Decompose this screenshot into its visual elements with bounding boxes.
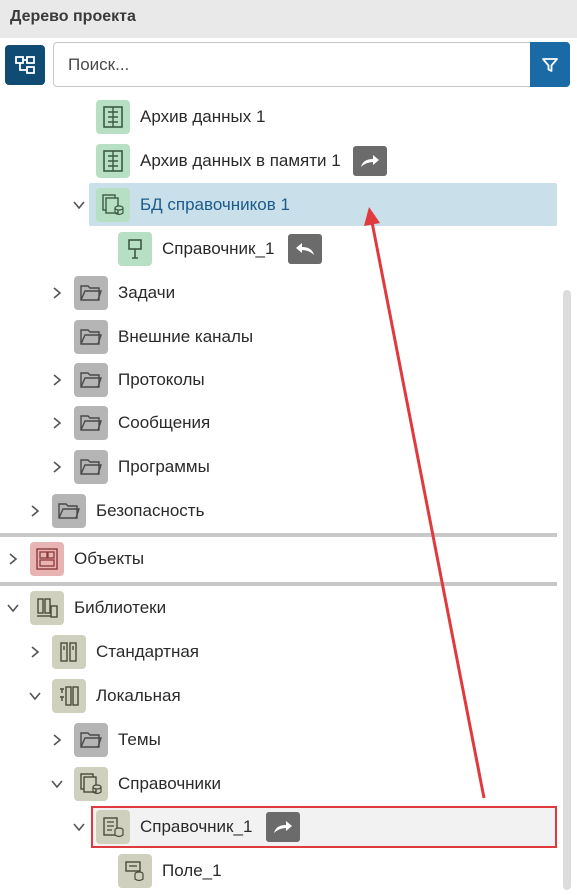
tree-item-label: Задачи bbox=[118, 283, 176, 302]
library-icon bbox=[52, 679, 86, 713]
tree-item-field-1[interactable]: Поле_1 bbox=[0, 849, 557, 893]
chevron-right-icon[interactable] bbox=[28, 504, 42, 518]
tree-item-label: Справочник_1 bbox=[162, 239, 275, 258]
forward-arrow-icon bbox=[361, 155, 379, 167]
tree-item-security[interactable]: Безопасность bbox=[0, 489, 557, 533]
back-link-button[interactable] bbox=[288, 234, 322, 264]
tree-item-local[interactable]: Локальная bbox=[0, 674, 557, 718]
tree-item-ref-1[interactable]: Справочник_1 bbox=[0, 227, 557, 271]
objects-icon bbox=[30, 542, 64, 576]
forward-arrow-icon bbox=[274, 821, 292, 833]
tree-item-protocols[interactable]: Протоколы bbox=[0, 358, 557, 402]
tree-item-label: Сообщения bbox=[118, 413, 211, 432]
database-icon bbox=[74, 767, 108, 801]
tree-item-label: Справочник_1 bbox=[140, 817, 253, 836]
tree-item-programs[interactable]: Программы bbox=[0, 445, 557, 489]
folder-icon bbox=[74, 320, 108, 354]
toolbar bbox=[0, 38, 577, 94]
archive-icon bbox=[96, 144, 130, 178]
vertical-scrollbar[interactable] bbox=[563, 290, 571, 890]
chevron-right-icon[interactable] bbox=[50, 416, 64, 430]
tree-item-label: Протоколы bbox=[118, 370, 205, 389]
folder-icon bbox=[74, 363, 108, 397]
tree-item-themes[interactable]: Темы bbox=[0, 718, 557, 762]
tree-view-button[interactable] bbox=[5, 45, 45, 85]
tree-item-label: Архив данных в памяти 1 bbox=[140, 151, 341, 170]
chevron-down-icon[interactable] bbox=[28, 689, 42, 703]
folder-icon bbox=[74, 723, 108, 757]
chevron-down-icon[interactable] bbox=[6, 601, 20, 615]
tree-item-label: Внешние каналы bbox=[118, 327, 254, 346]
tree-item-label: Программы bbox=[118, 457, 210, 476]
tree-item-label: Поле_1 bbox=[162, 861, 222, 880]
back-arrow-icon bbox=[296, 243, 314, 255]
reference-icon bbox=[118, 232, 152, 266]
folder-icon bbox=[52, 494, 86, 528]
tree-item-ext-channels[interactable]: Внешние каналы bbox=[0, 315, 557, 359]
library-icon bbox=[30, 591, 64, 625]
search-input[interactable] bbox=[68, 43, 518, 86]
folder-icon bbox=[74, 276, 108, 310]
chevron-right-icon[interactable] bbox=[28, 645, 42, 659]
chevron-right-icon[interactable] bbox=[6, 552, 20, 566]
filter-button[interactable] bbox=[530, 42, 570, 87]
tree-item-tasks[interactable]: Задачи bbox=[0, 271, 557, 315]
chevron-down-icon[interactable] bbox=[72, 820, 86, 834]
tree-item-db-refs[interactable]: БД справочников 1 bbox=[0, 183, 557, 227]
folder-icon bbox=[74, 406, 108, 440]
chevron-right-icon[interactable] bbox=[50, 460, 64, 474]
chevron-right-icon[interactable] bbox=[50, 733, 64, 747]
database-icon bbox=[96, 188, 130, 222]
search-field[interactable] bbox=[53, 42, 570, 87]
tree-item-messages[interactable]: Сообщения bbox=[0, 401, 557, 445]
tree-item-label: Безопасность bbox=[96, 501, 205, 520]
library-icon bbox=[52, 635, 86, 669]
panel-title: Дерево проекта bbox=[0, 0, 577, 38]
tree-item-label: Стандартная bbox=[96, 642, 200, 661]
tree-item-libraries[interactable]: Библиотеки bbox=[0, 586, 557, 630]
chevron-down-icon[interactable] bbox=[72, 198, 86, 212]
tree-item-label: Объекты bbox=[74, 549, 145, 568]
filter-icon bbox=[542, 57, 558, 72]
tree-item-refs-folder[interactable]: Справочники bbox=[0, 762, 557, 806]
tree-item-label: БД справочников 1 bbox=[140, 195, 290, 214]
chevron-right-icon[interactable] bbox=[50, 373, 64, 387]
tree-item-label: Справочники bbox=[118, 774, 221, 793]
forward-link-button[interactable] bbox=[266, 812, 300, 842]
tree-item-label: Библиотеки bbox=[74, 598, 167, 617]
tree-structure-icon bbox=[15, 56, 35, 74]
chevron-right-icon[interactable] bbox=[50, 286, 64, 300]
forward-link-button[interactable] bbox=[353, 146, 387, 176]
tree-item-objects[interactable]: Объекты bbox=[0, 537, 557, 581]
tree-item-archive-1[interactable]: Архив данных 1 bbox=[0, 95, 557, 139]
tree-item-label: Локальная bbox=[96, 686, 181, 705]
archive-icon bbox=[96, 100, 130, 134]
folder-icon bbox=[74, 450, 108, 484]
chevron-down-icon[interactable] bbox=[50, 777, 64, 791]
tree-item-standard[interactable]: Стандартная bbox=[0, 630, 557, 674]
tree-item-label: Темы bbox=[118, 730, 161, 749]
reference-icon bbox=[96, 810, 130, 844]
tree-item-label: Архив данных 1 bbox=[140, 107, 266, 126]
field-icon bbox=[118, 854, 152, 888]
tree-item-archive-memory[interactable]: Архив данных в памяти 1 bbox=[0, 139, 557, 183]
tree-item-lib-ref-1[interactable]: Справочник_1 bbox=[0, 805, 557, 849]
